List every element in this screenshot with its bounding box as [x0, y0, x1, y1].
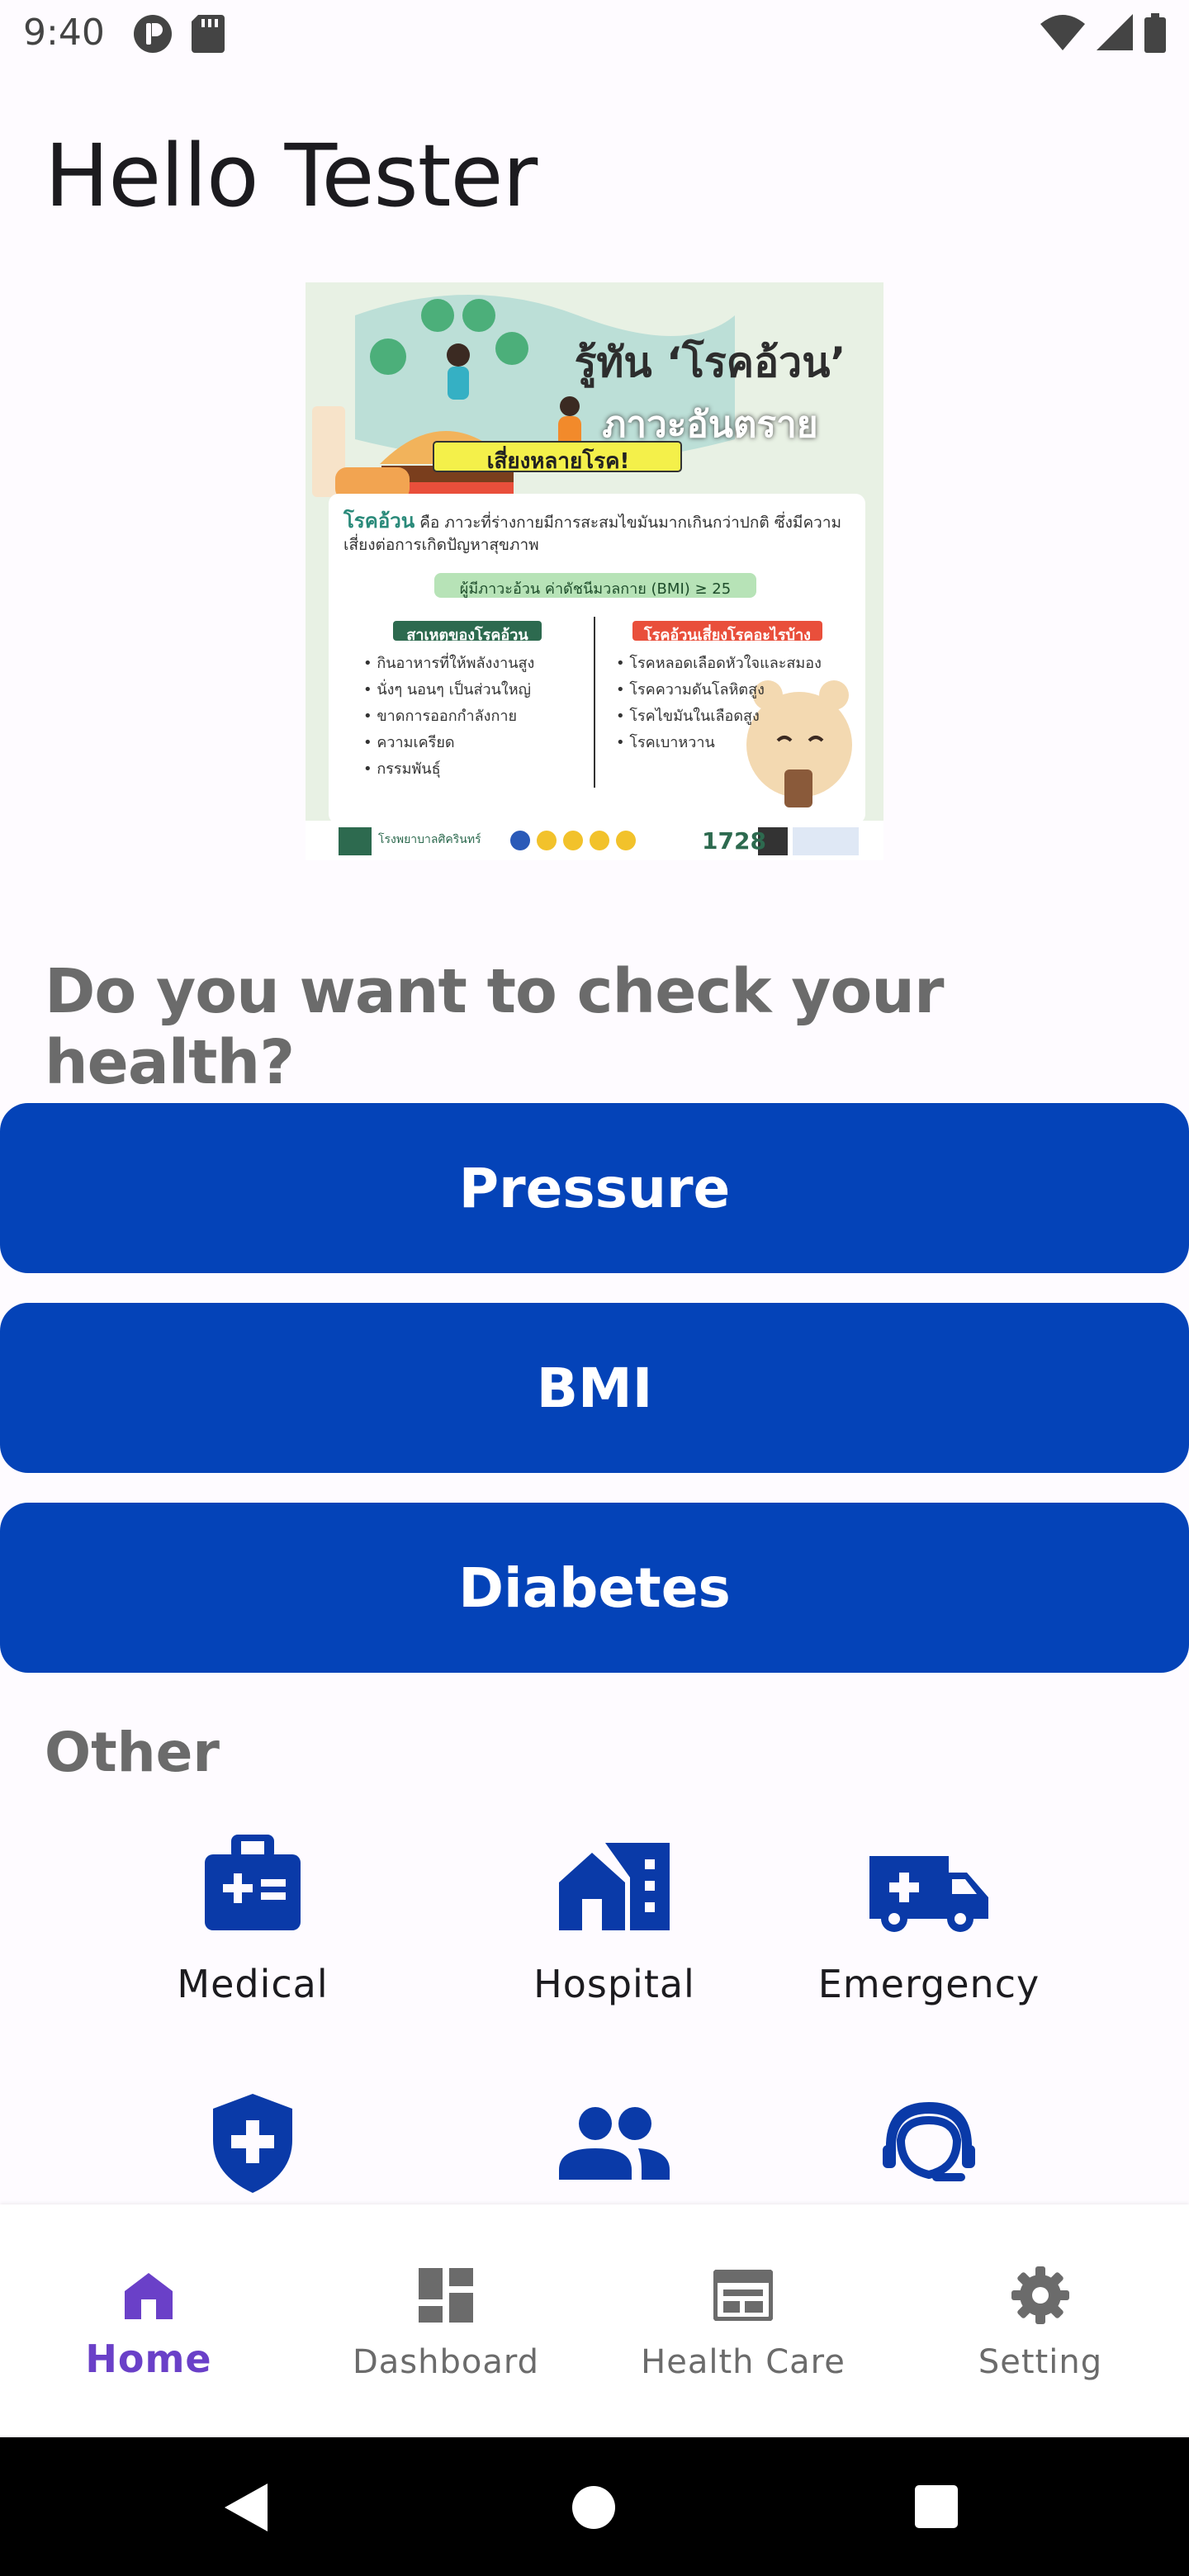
medical-label: Medical	[177, 1962, 329, 2006]
nav-dashboard-label: Dashboard	[352, 2343, 539, 2381]
home-button-icon[interactable]	[571, 2485, 616, 2530]
medical-tile[interactable]: Medical	[129, 1816, 377, 2006]
sd-card-icon	[192, 15, 225, 53]
wifi-icon	[1040, 15, 1085, 50]
banner-cause-item: • กรรมพันธุ์	[363, 760, 441, 778]
status-bar: 9:40	[0, 0, 1189, 69]
emergency-tile[interactable]: Emergency	[805, 1816, 1053, 2006]
back-icon[interactable]	[223, 2482, 271, 2533]
obesity-banner-image[interactable]: รู้ทัน ‘โรคอ้วน’ ภาวะอันตราย เสี่ยงหลายโ…	[306, 282, 883, 860]
banner-definition-term: โรคอ้วน	[343, 509, 415, 533]
banner-cause-item: • กินอาหารที่ให้พลังงานสูง	[363, 655, 535, 672]
system-navigation-bar	[0, 2437, 1189, 2576]
banner-cause-item: • ความเครียด	[363, 734, 455, 751]
support-agent-icon	[883, 2102, 975, 2181]
hospital-icon	[559, 1843, 670, 1930]
nav-setting[interactable]: Setting	[917, 2262, 1164, 2381]
nav-health-care-label: Health Care	[641, 2343, 846, 2381]
shield-plus-icon	[213, 2094, 292, 2193]
banner-title-line3: เสี่ยงหลายโรค!	[486, 449, 630, 474]
banner-definition: คือ ภาวะที่ร่างกายมีการสะสมไขมันมากเกินก…	[343, 514, 842, 554]
medical-kit-icon	[205, 1835, 301, 1930]
nav-setting-label: Setting	[978, 2343, 1103, 2381]
gear-icon	[1011, 2266, 1069, 2324]
banner-risks-title: โรคอ้วนเสี่ยงโรคอะไรบ้าง	[644, 627, 811, 644]
status-left-icons	[132, 13, 225, 54]
insurance-tile[interactable]	[129, 2081, 377, 2209]
banner-bmi-note: ผู้มีภาวะอ้วน ค่าดัชนีมวลกาย (BMI) ≥ 25	[459, 580, 732, 598]
banner-title-line1: รู้ทัน ‘โรคอ้วน’	[574, 339, 846, 386]
signal-icon	[1097, 14, 1133, 50]
banner-causes-list: • กินอาหารที่ให้พลังงานสูง • นั่งๆ นอนๆ …	[363, 651, 586, 783]
other-section-title: Other	[45, 1721, 220, 1784]
banner-risks-list: • โรคหลอดเลือดหัวใจและสมอง • โรคความดันโ…	[616, 651, 831, 756]
recents-icon[interactable]	[915, 2485, 958, 2528]
banner-cause-item: • ขาดการออกกำลังกาย	[363, 708, 518, 725]
nav-home[interactable]: Home	[25, 2262, 272, 2381]
family-tile[interactable]	[490, 2081, 738, 2221]
home-icon	[125, 2273, 173, 2319]
ambulance-icon	[869, 1856, 988, 1932]
banner-footer-phone: 1728	[702, 827, 766, 855]
emergency-label: Emergency	[817, 1962, 1040, 2006]
bmi-button[interactable]: BMI	[0, 1303, 1189, 1473]
banner-risk-item: • โรคหลอดเลือดหัวใจและสมอง	[616, 655, 822, 672]
banner-risk-item: • โรคความดันโลหิตสูง	[616, 681, 765, 698]
health-question: Do you want to check your health?	[45, 956, 944, 1098]
banner-cause-item: • นั่งๆ นอนๆ เป็นส่วนใหญ่	[363, 681, 531, 698]
hospital-label: Hospital	[533, 1962, 695, 2006]
bottom-navigation: Home Dashboard Health Care Setting	[0, 2204, 1189, 2436]
people-icon	[559, 2107, 670, 2180]
status-right-icons	[1040, 13, 1166, 53]
status-time: 9:40	[23, 12, 105, 54]
dashboard-icon	[419, 2268, 473, 2323]
diabetes-button[interactable]: Diabetes	[0, 1503, 1189, 1673]
health-care-icon	[713, 2270, 773, 2321]
banner-footer-hospital: โรงพยาบาลศิครินทร์	[378, 833, 481, 846]
p-icon	[134, 15, 172, 53]
nav-home-label: Home	[85, 2337, 212, 2381]
support-tile[interactable]	[805, 2081, 1053, 2214]
banner-risk-item: • โรคเบาหวาน	[616, 734, 715, 751]
banner-causes-title: สาเหตุของโรคอ้วน	[406, 627, 528, 644]
pressure-button[interactable]: Pressure	[0, 1103, 1189, 1273]
battery-icon	[1144, 13, 1166, 53]
nav-dashboard[interactable]: Dashboard	[322, 2262, 570, 2381]
greeting-title: Hello Tester	[45, 125, 538, 226]
hospital-tile[interactable]: Hospital	[490, 1816, 738, 2006]
nav-health-care[interactable]: Health Care	[619, 2262, 867, 2381]
banner-risk-item: • โรคไขมันในเลือดสูง	[616, 708, 760, 725]
